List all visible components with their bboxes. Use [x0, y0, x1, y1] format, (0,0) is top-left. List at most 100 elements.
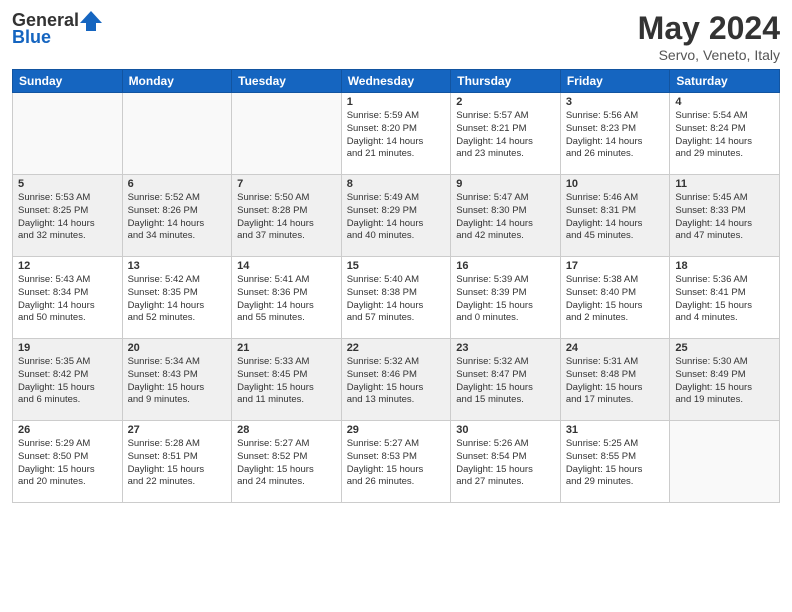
day-number: 16 [456, 260, 555, 272]
table-row: 27Sunrise: 5:28 AM Sunset: 8:51 PM Dayli… [122, 421, 232, 503]
day-number: 3 [566, 96, 665, 108]
day-number: 17 [566, 260, 665, 272]
table-row: 2Sunrise: 5:57 AM Sunset: 8:21 PM Daylig… [451, 93, 561, 175]
day-info: Sunrise: 5:32 AM Sunset: 8:46 PM Dayligh… [347, 356, 446, 407]
table-row [122, 93, 232, 175]
day-number: 25 [675, 342, 774, 354]
page-container: General Blue May 2024 Servo, Veneto, Ita… [0, 0, 792, 612]
table-row: 1Sunrise: 5:59 AM Sunset: 8:20 PM Daylig… [341, 93, 451, 175]
calendar-week-row: 5Sunrise: 5:53 AM Sunset: 8:25 PM Daylig… [13, 175, 780, 257]
calendar-table: Sunday Monday Tuesday Wednesday Thursday… [12, 69, 780, 503]
table-row: 23 Sunrise: 5:32 AM Sunset: 8:47 PM Dayli… [451, 339, 561, 421]
day-number: 4 [675, 96, 774, 108]
day-number: 30 [456, 424, 555, 436]
day-number: 20 [128, 342, 227, 354]
table-row: 7 Sunrise: 5:50 AM Sunset: 8:28 PM Daylig… [232, 175, 342, 257]
day-number: 24 [566, 342, 665, 354]
day-number: 1 [347, 96, 446, 108]
table-row: 16 Sunrise: 5:39 AM Sunset: 8:39 PM Dayli… [451, 257, 561, 339]
title-section: May 2024 Servo, Veneto, Italy [638, 10, 780, 63]
table-row: 9 Sunrise: 5:47 AM Sunset: 8:30 PM Daylig… [451, 175, 561, 257]
col-tuesday: Tuesday [232, 70, 342, 93]
day-number: 9 [456, 178, 555, 190]
day-info: Sunrise: 5:57 AM Sunset: 8:21 PM Dayligh… [456, 110, 555, 161]
col-thursday: Thursday [451, 70, 561, 93]
day-number: 7 [237, 178, 336, 190]
table-row: 26Sunrise: 5:29 AM Sunset: 8:50 PM Dayli… [13, 421, 123, 503]
day-info: Sunrise: 5:42 AM Sunset: 8:35 PM Dayligh… [128, 274, 227, 325]
col-saturday: Saturday [670, 70, 780, 93]
day-info: Sunrise: 5:56 AM Sunset: 8:23 PM Dayligh… [566, 110, 665, 161]
day-info: Sunrise: 5:31 AM Sunset: 8:48 PM Dayligh… [566, 356, 665, 407]
table-row: 22 Sunrise: 5:32 AM Sunset: 8:46 PM Dayli… [341, 339, 451, 421]
day-number: 11 [675, 178, 774, 190]
table-row: 8 Sunrise: 5:49 AM Sunset: 8:29 PM Daylig… [341, 175, 451, 257]
day-number: 15 [347, 260, 446, 272]
day-info: Sunrise: 5:50 AM Sunset: 8:28 PM Dayligh… [237, 192, 336, 243]
day-info: Sunrise: 5:33 AM Sunset: 8:45 PM Dayligh… [237, 356, 336, 407]
table-row: 29 Sunrise: 5:27 AM Sunset: 8:53 PM Dayli… [341, 421, 451, 503]
day-info: Sunrise: 5:43 AM Sunset: 8:34 PM Dayligh… [18, 274, 117, 325]
day-info: Sunrise: 5:32 AM Sunset: 8:47 PM Dayligh… [456, 356, 555, 407]
table-row: 30Sunrise: 5:26 AM Sunset: 8:54 PM Dayli… [451, 421, 561, 503]
page-header: General Blue May 2024 Servo, Veneto, Ita… [12, 10, 780, 63]
day-info: Sunrise: 5:39 AM Sunset: 8:39 PM Dayligh… [456, 274, 555, 325]
logo: General Blue [12, 10, 102, 48]
calendar-week-row: 19 Sunrise: 5:35 AM Sunset: 8:42 PM Dayli… [13, 339, 780, 421]
day-info: Sunrise: 5:52 AM Sunset: 8:26 PM Dayligh… [128, 192, 227, 243]
day-info: Sunrise: 5:38 AM Sunset: 8:40 PM Dayligh… [566, 274, 665, 325]
day-info: Sunrise: 5:54 AM Sunset: 8:24 PM Dayligh… [675, 110, 774, 161]
day-info: Sunrise: 5:53 AM Sunset: 8:25 PM Dayligh… [18, 192, 117, 243]
day-number: 8 [347, 178, 446, 190]
day-number: 12 [18, 260, 117, 272]
logo-blue-text: Blue [12, 27, 51, 48]
table-row: 12 Sunrise: 5:43 AM Sunset: 8:34 PM Dayli… [13, 257, 123, 339]
day-info: Sunrise: 5:40 AM Sunset: 8:38 PM Dayligh… [347, 274, 446, 325]
table-row: 31 Sunrise: 5:25 AM Sunset: 8:55 PM Dayli… [560, 421, 670, 503]
table-row: 28 Sunrise: 5:27 AM Sunset: 8:52 PM Dayli… [232, 421, 342, 503]
day-info: Sunrise: 5:35 AM Sunset: 8:42 PM Dayligh… [18, 356, 117, 407]
day-number: 19 [18, 342, 117, 354]
table-row [13, 93, 123, 175]
day-info: Sunrise: 5:47 AM Sunset: 8:30 PM Dayligh… [456, 192, 555, 243]
day-info: Sunrise: 5:27 AM Sunset: 8:53 PM Dayligh… [347, 438, 446, 489]
day-info: Sunrise: 5:28 AM Sunset: 8:51 PM Dayligh… [128, 438, 227, 489]
day-number: 22 [347, 342, 446, 354]
day-info: Sunrise: 5:34 AM Sunset: 8:43 PM Dayligh… [128, 356, 227, 407]
table-row: 6 Sunrise: 5:52 AM Sunset: 8:26 PM Daylig… [122, 175, 232, 257]
table-row [670, 421, 780, 503]
table-row: 24 Sunrise: 5:31 AM Sunset: 8:48 PM Dayli… [560, 339, 670, 421]
calendar-week-row: 1Sunrise: 5:59 AM Sunset: 8:20 PM Daylig… [13, 93, 780, 175]
day-number: 29 [347, 424, 446, 436]
day-number: 6 [128, 178, 227, 190]
day-number: 10 [566, 178, 665, 190]
table-row: 4 Sunrise: 5:54 AM Sunset: 8:24 PM Daylig… [670, 93, 780, 175]
table-row: 20 Sunrise: 5:34 AM Sunset: 8:43 PM Dayli… [122, 339, 232, 421]
table-row: 5Sunrise: 5:53 AM Sunset: 8:25 PM Daylig… [13, 175, 123, 257]
day-number: 23 [456, 342, 555, 354]
day-info: Sunrise: 5:45 AM Sunset: 8:33 PM Dayligh… [675, 192, 774, 243]
table-row: 21 Sunrise: 5:33 AM Sunset: 8:45 PM Dayli… [232, 339, 342, 421]
day-number: 31 [566, 424, 665, 436]
table-row: 14Sunrise: 5:41 AM Sunset: 8:36 PM Dayli… [232, 257, 342, 339]
col-friday: Friday [560, 70, 670, 93]
day-number: 21 [237, 342, 336, 354]
calendar-week-row: 26Sunrise: 5:29 AM Sunset: 8:50 PM Dayli… [13, 421, 780, 503]
table-row: 17 Sunrise: 5:38 AM Sunset: 8:40 PM Dayli… [560, 257, 670, 339]
col-monday: Monday [122, 70, 232, 93]
day-number: 14 [237, 260, 336, 272]
table-row: 3 Sunrise: 5:56 AM Sunset: 8:23 PM Daylig… [560, 93, 670, 175]
day-info: Sunrise: 5:25 AM Sunset: 8:55 PM Dayligh… [566, 438, 665, 489]
day-info: Sunrise: 5:49 AM Sunset: 8:29 PM Dayligh… [347, 192, 446, 243]
day-info: Sunrise: 5:36 AM Sunset: 8:41 PM Dayligh… [675, 274, 774, 325]
table-row: 19 Sunrise: 5:35 AM Sunset: 8:42 PM Dayli… [13, 339, 123, 421]
calendar-week-row: 12 Sunrise: 5:43 AM Sunset: 8:34 PM Dayli… [13, 257, 780, 339]
day-info: Sunrise: 5:46 AM Sunset: 8:31 PM Dayligh… [566, 192, 665, 243]
day-info: Sunrise: 5:29 AM Sunset: 8:50 PM Dayligh… [18, 438, 117, 489]
location-subtitle: Servo, Veneto, Italy [638, 47, 780, 63]
day-info: Sunrise: 5:30 AM Sunset: 8:49 PM Dayligh… [675, 356, 774, 407]
day-number: 28 [237, 424, 336, 436]
calendar-header-row: Sunday Monday Tuesday Wednesday Thursday… [13, 70, 780, 93]
table-row: 18Sunrise: 5:36 AM Sunset: 8:41 PM Dayli… [670, 257, 780, 339]
day-info: Sunrise: 5:27 AM Sunset: 8:52 PM Dayligh… [237, 438, 336, 489]
